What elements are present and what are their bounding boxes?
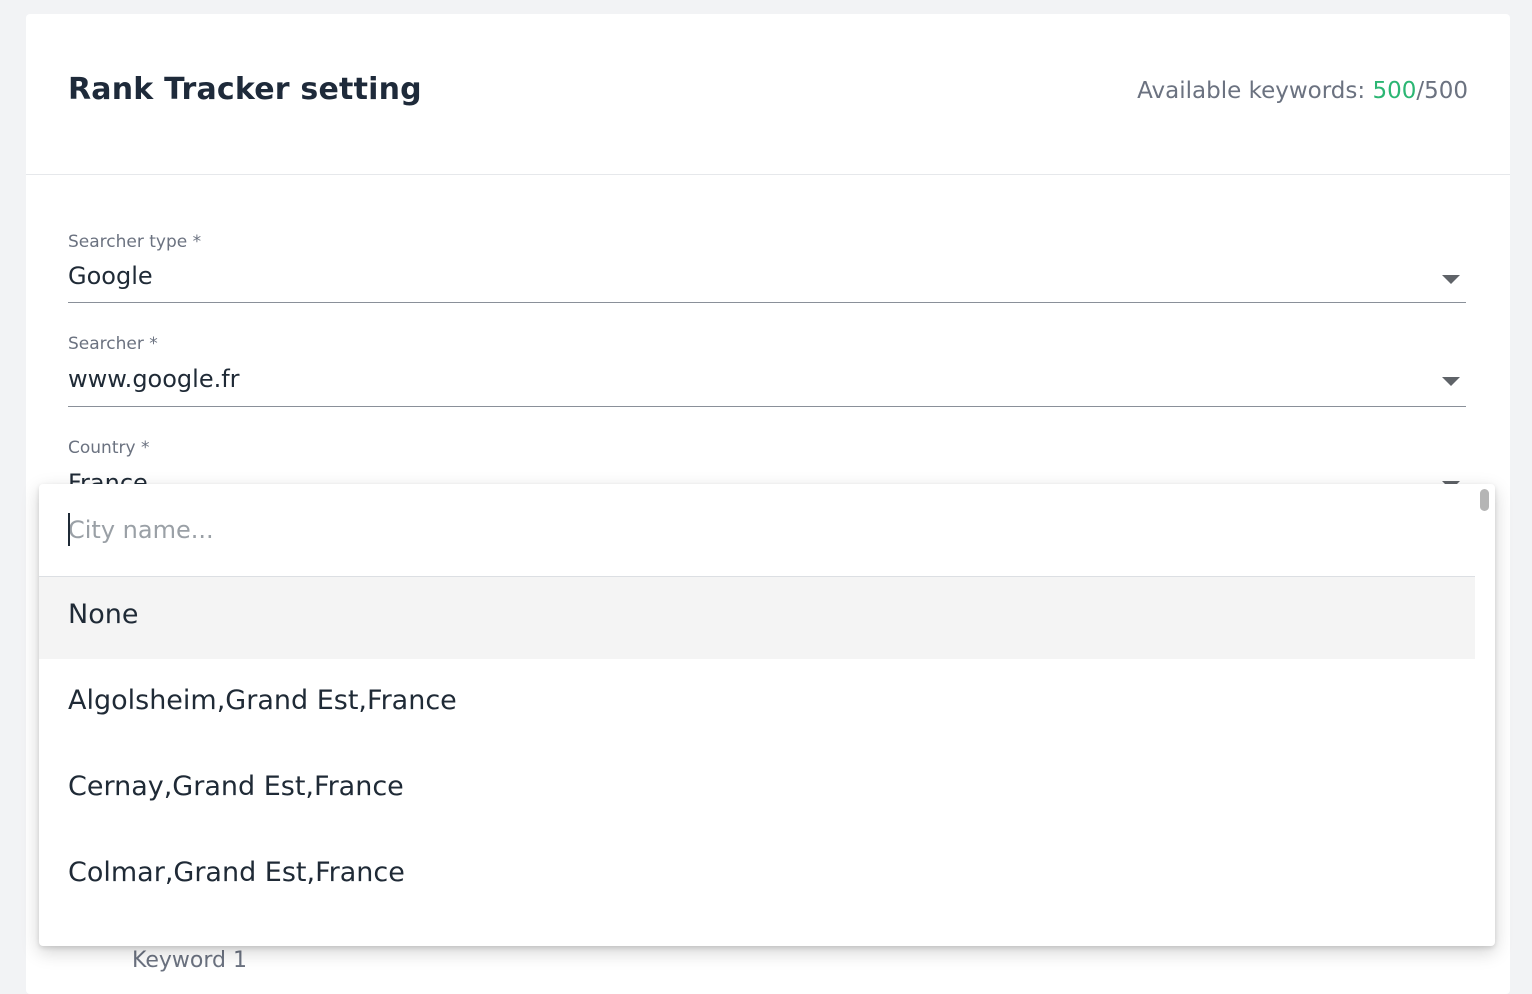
card-header: Rank Tracker setting Available keywords:… <box>26 14 1510 175</box>
dropdown-scrollbar[interactable] <box>1475 484 1495 946</box>
city-option-algolsheim[interactable]: Algolsheim,Grand Est,France <box>39 663 1475 749</box>
searcher-underline <box>68 406 1466 407</box>
city-option-label: Algolsheim,Grand Est,France <box>68 685 457 716</box>
quota-separator: / <box>1416 78 1425 104</box>
country-label: Country * <box>68 438 150 458</box>
city-dropdown: None Algolsheim,Grand Est,France Cernay,… <box>39 484 1495 946</box>
searcher-type-underline <box>68 302 1466 303</box>
searcher-type-value: Google <box>68 262 153 290</box>
chevron-down-icon <box>1442 377 1460 386</box>
quota-total: 500 <box>1424 78 1468 104</box>
searcher-type-select[interactable]: Searcher type * Google <box>68 232 1466 304</box>
page-title: Rank Tracker setting <box>68 72 422 107</box>
searcher-type-label: Searcher type * <box>68 232 202 252</box>
quota-used: 500 <box>1372 78 1417 104</box>
searcher-label: Searcher * <box>68 334 158 354</box>
keyword-1-label: Keyword 1 <box>132 948 247 973</box>
text-cursor <box>68 513 70 546</box>
available-keywords-counter: Available keywords: 500/500 <box>1137 78 1468 104</box>
city-option-cernay[interactable]: Cernay,Grand Est,France <box>39 749 1475 835</box>
city-option-colmar[interactable]: Colmar,Grand Est,France <box>39 835 1475 921</box>
searcher-value: www.google.fr <box>68 365 240 393</box>
searcher-select[interactable]: Searcher * www.google.fr <box>68 334 1466 408</box>
city-option-label: Cernay,Grand Est,France <box>68 771 404 802</box>
city-option-label: None <box>68 599 139 630</box>
scrollbar-thumb[interactable] <box>1480 489 1489 511</box>
city-option-none[interactable]: None <box>39 577 1475 659</box>
chevron-down-icon <box>1442 275 1460 284</box>
city-option-label: Colmar,Grand Est,France <box>68 857 405 888</box>
city-search-input[interactable] <box>68 512 1448 548</box>
city-search-box <box>39 484 1475 577</box>
quota-label: Available keywords: <box>1137 78 1373 104</box>
